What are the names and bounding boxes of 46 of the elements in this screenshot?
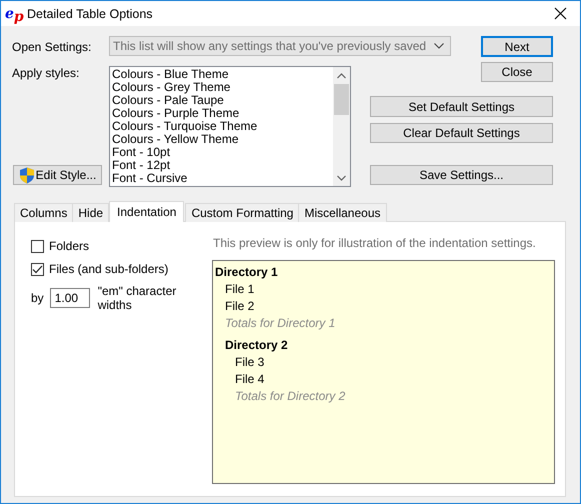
dialog-button[interactable]: Close [481,62,553,82]
open-settings-label: Open Settings: [12,40,92,54]
style-list-item[interactable]: Font - 10pt [112,146,170,159]
totals-row: Totals for Directory 2 [235,388,346,405]
scroll-thumb[interactable] [334,84,349,115]
file-row: File 3 [235,354,264,371]
scrollbar[interactable] [333,67,350,186]
tab[interactable]: Columns [14,203,74,222]
styles-listbox[interactable]: Colours - Blue Theme Colours - Grey Theme Colours - Pale Taupe Colours - Purple Theme Colours - Turquoise Theme Colours - Yellow Theme Font - 10pt Font - 12pt Font - Cursive [109,66,351,187]
style-list-item[interactable]: Font - Cursive [112,172,188,185]
tab[interactable]: Hide [72,203,110,222]
settings-button[interactable]: Save Settings... [370,165,553,185]
checkmark-icon [32,264,43,274]
tab[interactable]: Custom Formatting [185,203,300,222]
indent-checkbox[interactable]: Folders [31,238,212,254]
tab[interactable]: Indentation [109,201,184,222]
settings-button[interactable]: Set Default Settings [370,96,553,117]
unit-label: "em" character widths [98,284,178,312]
dialog-button[interactable]: Next [481,36,553,57]
scroll-up-icon[interactable] [337,72,346,78]
totals-row: Totals for Directory 1 [225,315,336,332]
scroll-down-icon[interactable] [337,174,346,180]
directory-row: Directory 2 [225,337,288,354]
directory-row: Directory 1 [215,264,278,281]
settings-button[interactable]: Clear Default Settings [370,123,553,143]
edit-style-button[interactable]: Edit Style... [13,165,102,185]
style-list-item[interactable]: Font - 12pt [112,159,170,172]
indent-checkbox[interactable]: Files (and sub-folders) [31,261,212,277]
apply-styles-label: Apply styles: [12,66,80,80]
tab[interactable]: Miscellaneous [298,203,387,222]
window-title: Detailed Table Options [27,6,153,20]
by-label: by [31,291,44,305]
indent-input-field[interactable]: 1.00 [50,288,90,308]
shield-icon [18,166,35,184]
close-icon[interactable] [554,7,567,20]
file-row: File 1 [225,281,254,298]
chevron-down-icon [434,43,444,49]
style-list-item[interactable]: Colours - Purple Theme [112,107,240,120]
preview-note: This preview is only for illustration of the indentation settings. [213,236,537,250]
file-row: File 4 [235,371,264,388]
style-list-item[interactable]: Colours - Pale Taupe [112,94,224,107]
style-list-item[interactable]: Colours - Grey Theme [112,81,230,94]
style-list-item[interactable]: Colours - Blue Theme [112,68,228,81]
file-row: File 2 [225,298,254,315]
style-list-item[interactable]: Colours - Yellow Theme [112,133,239,146]
style-list-item[interactable]: Colours - Turquoise Theme [112,120,258,133]
